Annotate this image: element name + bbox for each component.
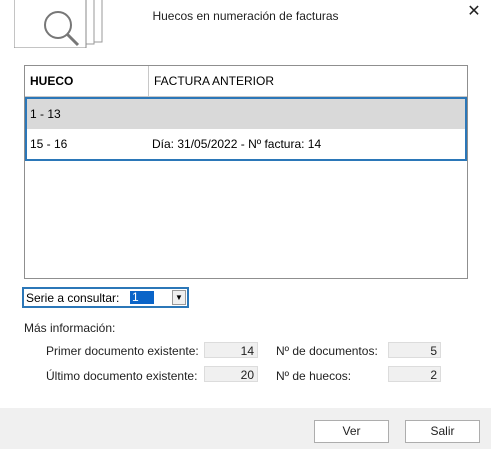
primer-documento-label: Primer documento existente: [46,344,199,358]
num-documentos-label: Nº de documentos: [276,344,378,358]
close-icon[interactable]: ✕ [464,3,484,21]
chevron-down-icon[interactable]: ▼ [172,290,186,305]
window-title: Huecos en numeración de facturas [152,9,339,23]
num-documentos-field: 5 [388,342,441,358]
num-huecos-field: 2 [388,366,441,382]
serie-label: Serie a consultar: [26,291,120,305]
num-huecos-label: Nº de huecos: [276,369,352,383]
primer-documento-field: 14 [204,342,258,358]
selection-frame [25,97,467,161]
more-info-heading: Más información: [24,321,116,335]
column-header-factura-anterior[interactable]: FACTURA ANTERIOR [150,66,274,96]
ultimo-documento-field: 20 [204,366,258,382]
ver-button[interactable]: Ver [314,420,389,443]
serie-value[interactable]: 1 [130,291,154,304]
table-header: HUECO FACTURA ANTERIOR [25,66,467,97]
document-search-icon [14,0,103,48]
column-header-hueco[interactable]: HUECO [25,66,149,96]
gaps-table: HUECO FACTURA ANTERIOR 1 - 13 15 - 16 Dí… [24,65,468,279]
serie-selector[interactable]: Serie a consultar: 1 ▼ [22,287,189,308]
salir-button[interactable]: Salir [405,420,480,443]
ultimo-documento-label: Último documento existente: [46,369,198,383]
